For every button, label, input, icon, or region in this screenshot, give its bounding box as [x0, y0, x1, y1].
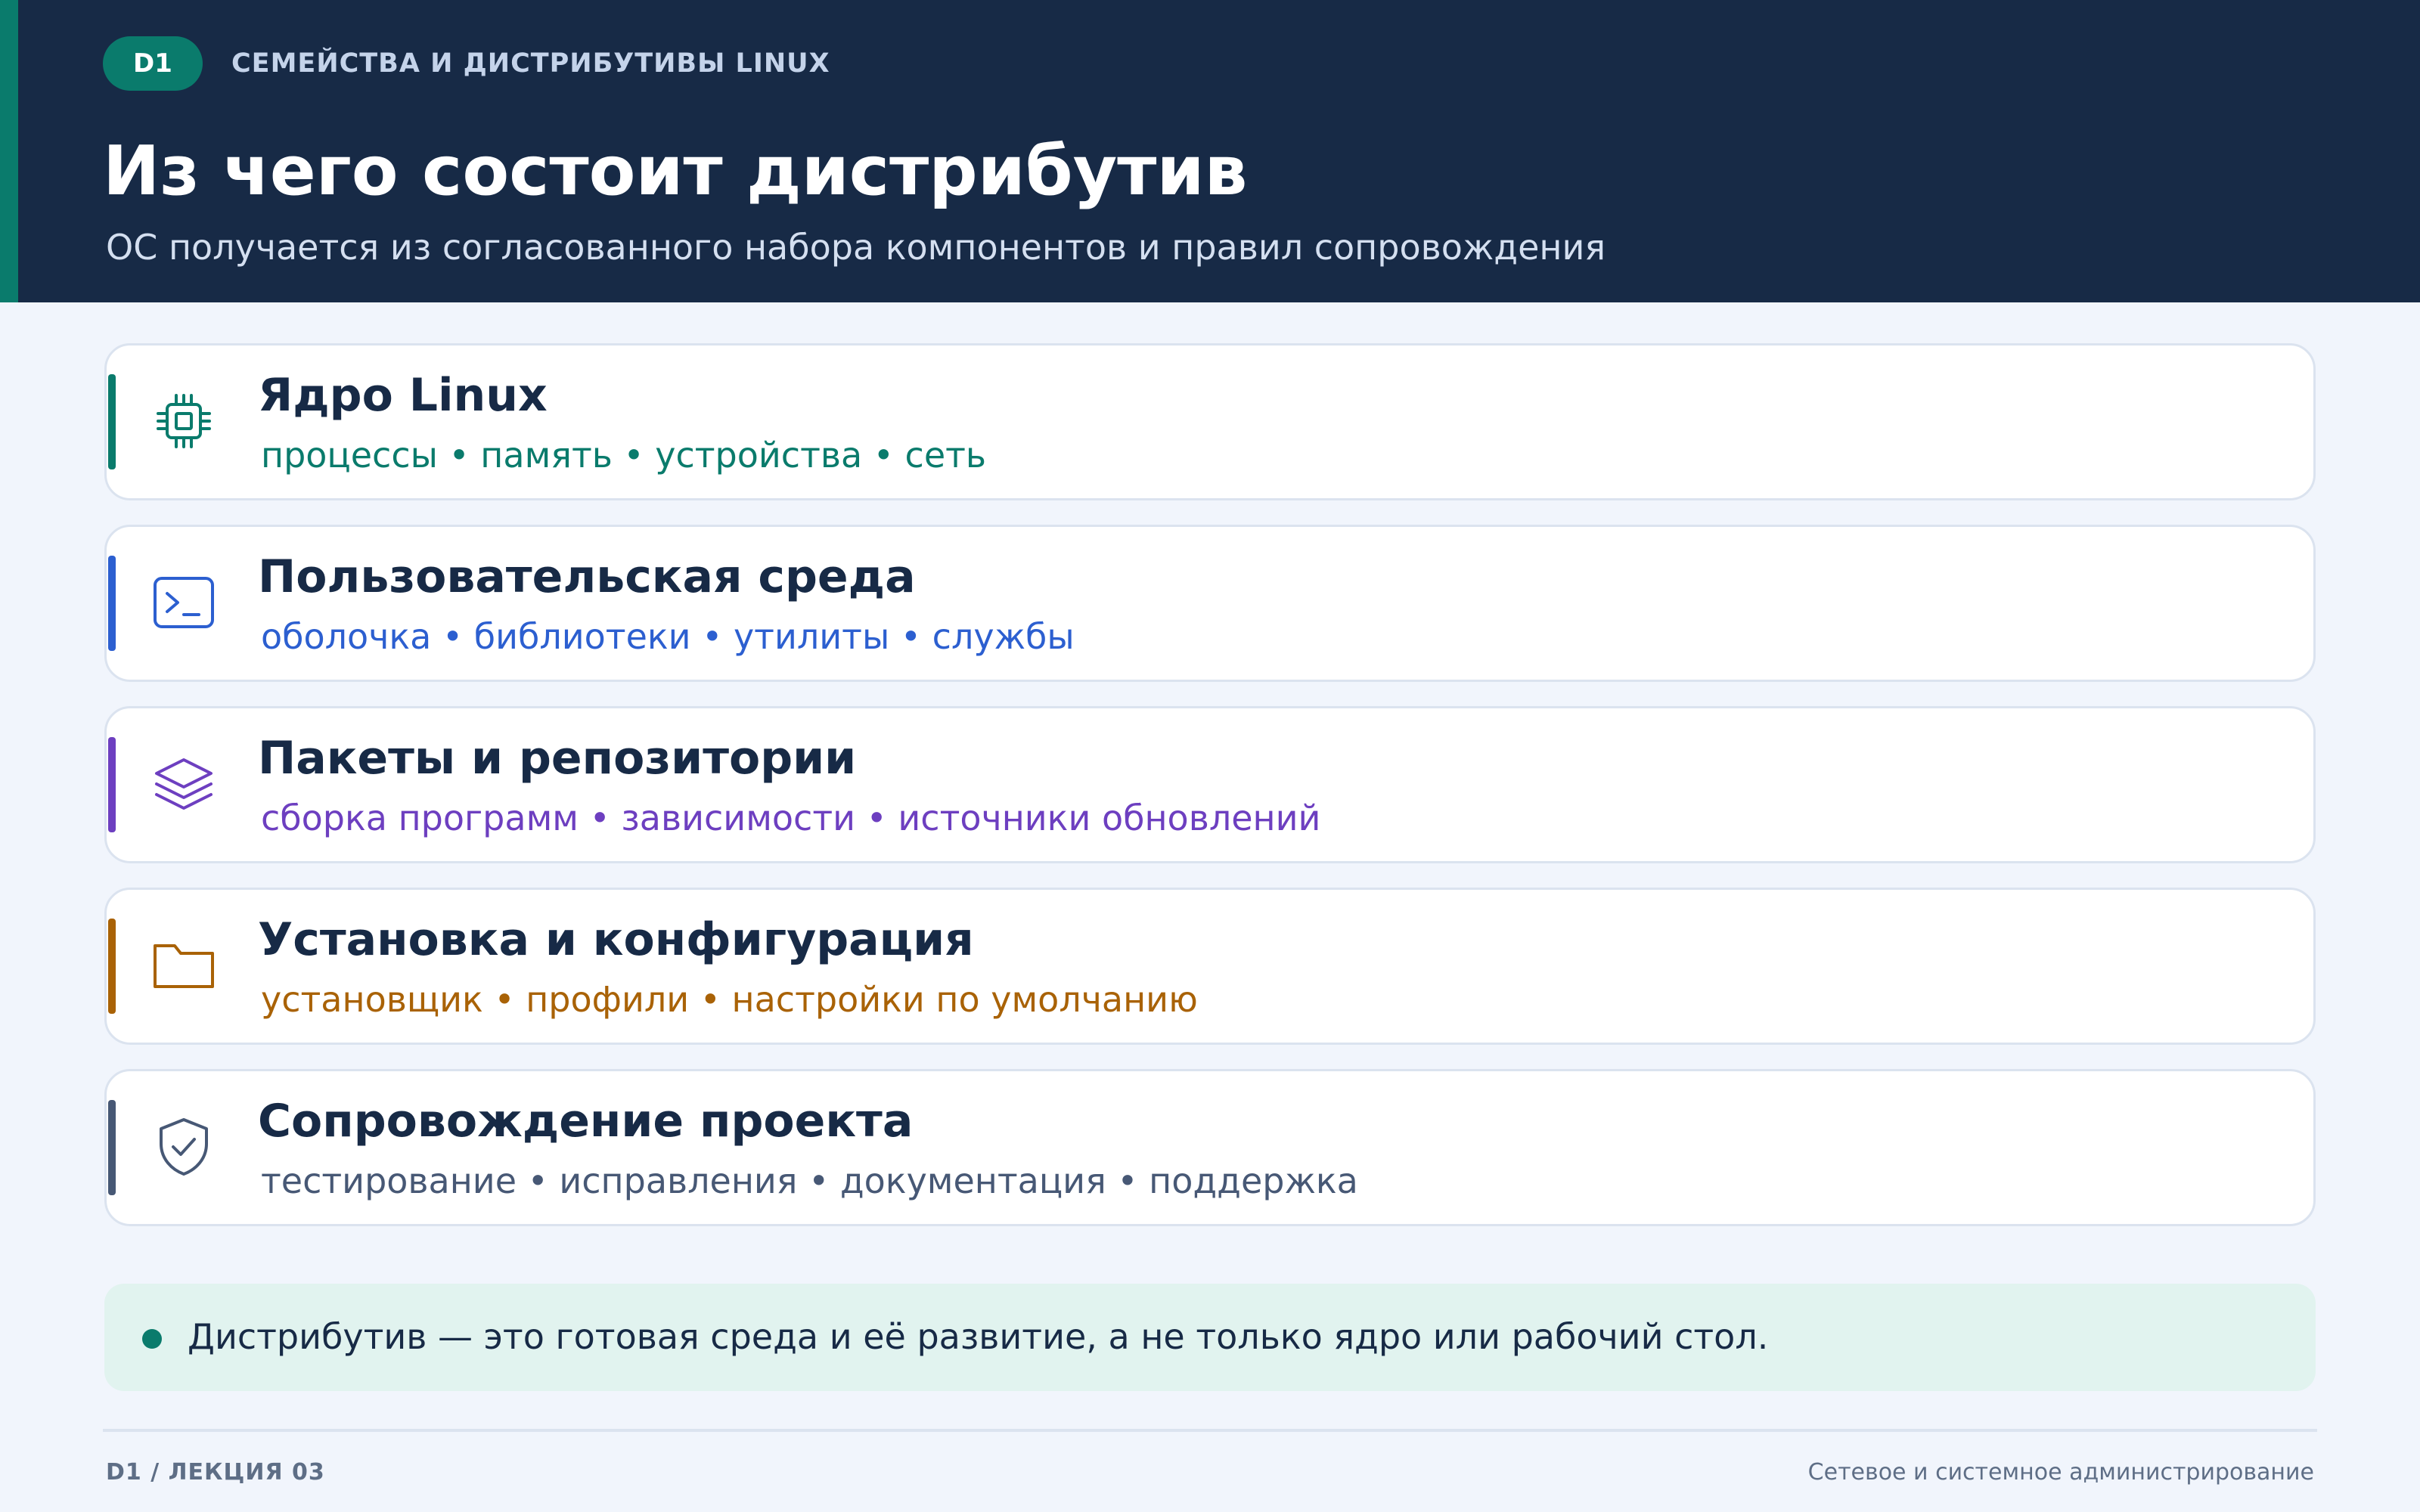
card-title: Ядро Linux [258, 369, 548, 422]
terminal-icon [150, 569, 217, 636]
card-title: Пользовательская среда [258, 550, 916, 603]
card-tags: тестирование • исправления • документаци… [261, 1160, 1358, 1201]
card-title: Сопровождение проекта [258, 1095, 914, 1148]
header-accent-bar [0, 0, 18, 302]
header-banner: D1 СЕМЕЙСТВА И ДИСТРИБУТИВЫ LINUX Из чег… [0, 0, 2420, 302]
section-badge: D1 [103, 36, 203, 91]
footer-lecture-label: D1 / ЛЕКЦИЯ 03 [106, 1459, 325, 1486]
component-card-userspace: Пользовательская среда оболочка • библио… [104, 525, 2316, 682]
card-accent-bar [108, 374, 116, 469]
layers-icon [150, 751, 217, 817]
component-card-maintenance: Сопровождение проекта тестирование • исп… [104, 1069, 2316, 1226]
bullet-dot-icon [142, 1329, 162, 1349]
shield-check-icon [150, 1114, 217, 1180]
card-accent-bar [108, 556, 116, 651]
card-accent-bar [108, 1100, 116, 1195]
card-tags: сборка программ • зависимости • источник… [261, 798, 1321, 838]
component-list: Ядро Linux процессы • память • устройств… [104, 343, 2316, 1250]
page-subtitle: ОС получается из согласованного набора к… [106, 227, 1606, 268]
component-card-install: Установка и конфигурация установщик • пр… [104, 888, 2316, 1045]
card-accent-bar [108, 737, 116, 832]
card-tags: процессы • память • устройства • сеть [261, 435, 987, 476]
section-label: СЕМЕЙСТВА И ДИСТРИБУТИВЫ LINUX [231, 48, 830, 79]
component-card-packages: Пакеты и репозитории сборка программ • з… [104, 706, 2316, 863]
card-tags: оболочка • библиотеки • утилиты • службы [261, 616, 1075, 657]
component-card-kernel: Ядро Linux процессы • память • устройств… [104, 343, 2316, 500]
page-title: Из чего состоит дистрибутив [103, 132, 1248, 211]
summary-note-text: Дистрибутив — это готовая среда и её раз… [188, 1316, 1769, 1357]
card-title: Пакеты и репозитории [258, 732, 857, 785]
card-title: Установка и конфигурация [258, 913, 974, 966]
folder-icon [150, 932, 217, 999]
footer-divider [103, 1429, 2317, 1432]
card-tags: установщик • профили • настройки по умол… [261, 979, 1198, 1020]
footer-course-title: Сетевое и системное администрирование [1807, 1459, 2314, 1486]
summary-note: Дистрибутив — это готовая среда и её раз… [104, 1284, 2316, 1391]
cpu-chip-icon [150, 388, 217, 454]
card-accent-bar [108, 919, 116, 1014]
